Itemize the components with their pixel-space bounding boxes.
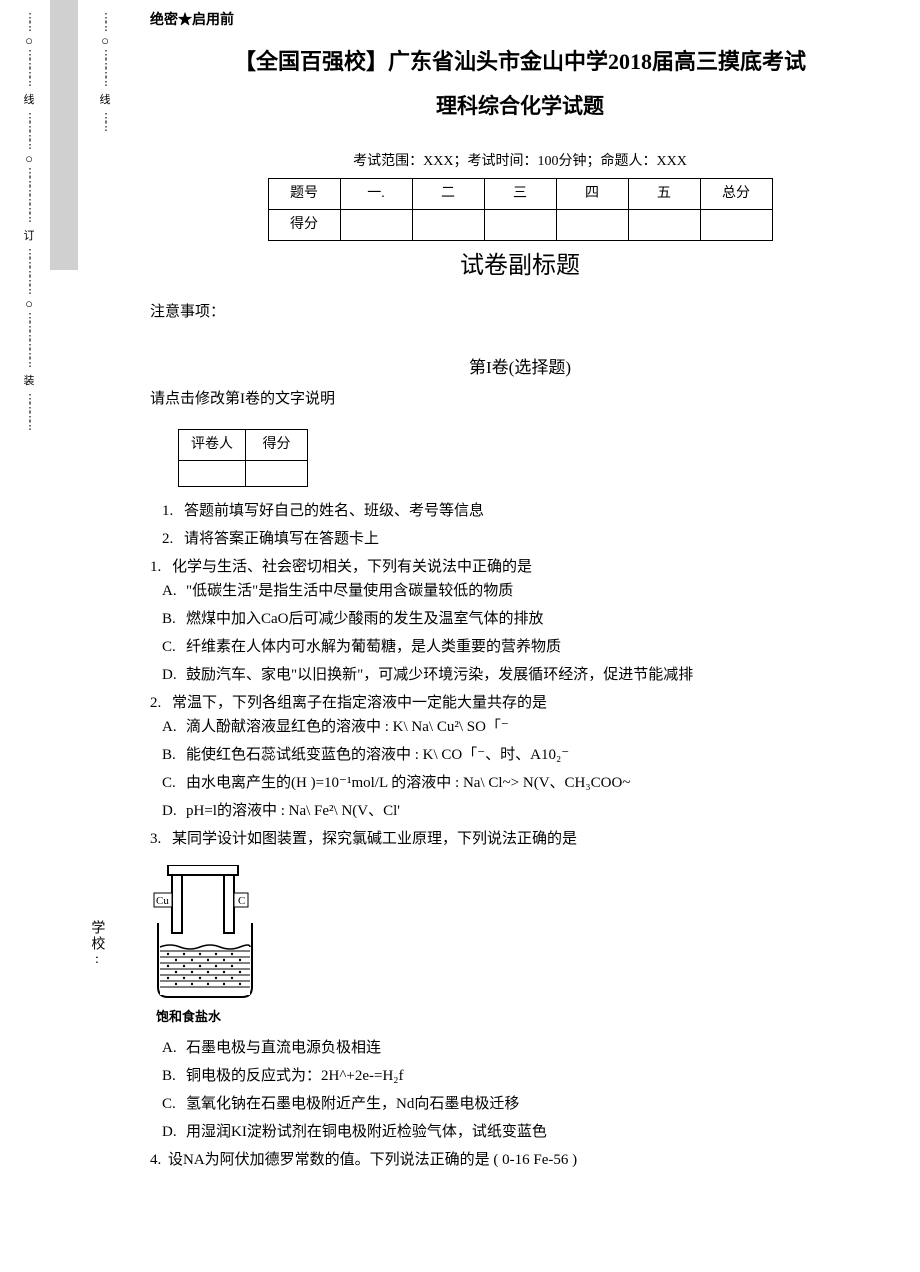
reviewer-cell: [246, 461, 308, 487]
table-row: 评卷人 得分: [179, 429, 308, 460]
electrolysis-icon: Cu C: [150, 865, 270, 1005]
option-label: A.: [162, 715, 186, 739]
reviewer-table: 评卷人 得分: [178, 429, 308, 487]
question: 4.设NA为阿伏加德罗常数的值。下列说法正确的是 ( 0-16 Fe-56 ): [150, 1148, 890, 1172]
option-text: 铜电极的反应式为：2H^+2e-=H₂f: [186, 1068, 404, 1084]
score-cell: [700, 209, 772, 240]
score-cell: [340, 209, 412, 240]
option-label: D.: [162, 1120, 186, 1144]
option-label: A.: [162, 579, 186, 603]
score-header: 五: [628, 178, 700, 209]
instruction-list: 1.答题前填写好自己的姓名、班级、考号等信息 2.请将答案正确填写在答题卡上: [150, 499, 890, 551]
list-item: 1.答题前填写好自己的姓名、班级、考号等信息: [162, 499, 890, 523]
question-number: 4.: [150, 1148, 168, 1172]
question: 3.某同学设计如图装置，探究氯碱工业原理，下列说法正确的是 Cu C: [150, 827, 890, 1144]
confidential-label: 绝密★启用前: [150, 10, 890, 32]
section1-note: 请点击修改第I卷的文字说明: [150, 387, 890, 411]
electrolysis-figure: Cu C: [150, 865, 890, 1028]
question-stem: 化学与生活、社会密切相关，下列有关说法中正确的是: [172, 559, 532, 575]
table-row: 得分: [268, 209, 772, 240]
score-table: 题号 一. 二 三 四 五 总分 得分: [268, 178, 773, 242]
option-label: B.: [162, 607, 186, 631]
score-header: 三: [484, 178, 556, 209]
score-header: 总分: [700, 178, 772, 209]
option-text: 燃煤中加入CaO后可减少酸雨的发生及温室气体的排放: [186, 611, 544, 627]
figure-caption: 饱和食盐水: [156, 1007, 890, 1028]
question-stem: 常温下，下列各组离子在指定溶液中一定能大量共存的是: [172, 695, 547, 711]
score-header: 题号: [268, 178, 340, 209]
option-text: 氢氧化钠在石墨电极附近产生，Nd向石墨电极迁移: [186, 1096, 519, 1112]
exam-title-line1: 【全国百强校】广东省汕头市金山中学2018届高三摸底考试: [150, 44, 890, 79]
score-cell: [556, 209, 628, 240]
options: A.石墨电极与直流电源负极相连 B.铜电极的反应式为：2H^+2e-=H₂f C…: [150, 1036, 890, 1144]
option-text: 石墨电极与直流电源负极相连: [186, 1040, 381, 1056]
table-row: [179, 461, 308, 487]
exam-info: 考试范围：XXX；考试时间：100分钟；命题人：XXX: [150, 151, 890, 173]
score-cell: [628, 209, 700, 240]
score-header: 四: [556, 178, 628, 209]
option-label: A.: [162, 1036, 186, 1060]
question-number: 3.: [150, 827, 172, 851]
option-label: D.: [162, 799, 186, 823]
question-stem: 设NA为阿伏加德罗常数的值。下列说法正确的是 ( 0-16 Fe-56 ): [168, 1152, 577, 1168]
score-row-label: 得分: [268, 209, 340, 240]
option-text: 用湿润KI淀粉试剂在铜电极附近检验气体，试纸变蓝色: [186, 1124, 547, 1140]
reviewer-header: 评卷人: [179, 429, 246, 460]
section1-title: 第I卷(选择题): [150, 354, 890, 381]
option-label: C.: [162, 1092, 186, 1116]
option-text: "低碳生活"是指生活中尽量使用含碳量较低的物质: [186, 583, 513, 599]
table-row: 题号 一. 二 三 四 五 总分: [268, 178, 772, 209]
c-label: C: [238, 895, 245, 907]
score-header: 二: [412, 178, 484, 209]
option-text: 滴人酚献溶液显红色的溶液中 : K\ Na\ Cu²\ SO「⁻: [186, 719, 509, 735]
option-text: 纤维素在人体内可水解为葡萄糖，是人类重要的营养物质: [186, 639, 561, 655]
score-cell: [484, 209, 556, 240]
question: 1.化学与生活、社会密切相关，下列有关说法中正确的是 A."低碳生活"是指生活中…: [150, 555, 890, 687]
options: A."低碳生活"是指生活中尽量使用含碳量较低的物质 B.燃煤中加入CaO后可减少…: [150, 579, 890, 687]
reviewer-header: 得分: [246, 429, 308, 460]
score-cell: [412, 209, 484, 240]
question-number: 2.: [150, 691, 172, 715]
exam-title-line2: 理科综合化学试题: [150, 90, 890, 124]
option-label: B.: [162, 1064, 186, 1088]
notice-label: 注意事项：: [150, 300, 890, 324]
instruction-text: 请将答案正确填写在答题卡上: [184, 531, 379, 547]
options: A.滴人酚献溶液显红色的溶液中 : K\ Na\ Cu²\ SO「⁻ B.能使红…: [150, 715, 890, 823]
option-label: D.: [162, 663, 186, 687]
option-label: B.: [162, 743, 186, 767]
option-text: 能使红色石蕊试纸变蓝色的溶液中 : K\ CO「⁻、时、A10₂⁻: [186, 747, 569, 763]
score-header: 一.: [340, 178, 412, 209]
option-text: 由水电离产生的(H )=10⁻¹mol/L 的溶液中 : Na\ Cl~> N(…: [186, 775, 630, 791]
list-item: 2.请将答案正确填写在答题卡上: [162, 527, 890, 551]
instruction-text: 答题前填写好自己的姓名、班级、考号等信息: [184, 503, 484, 519]
option-text: 鼓励汽车、家电"以旧换新"，可减少环境污染，发展循环经济，促进节能减排: [186, 667, 693, 683]
option-label: C.: [162, 635, 186, 659]
reviewer-cell: [179, 461, 246, 487]
question: 2.常温下，下列各组离子在指定溶液中一定能大量共存的是 A.滴人酚献溶液显红色的…: [150, 691, 890, 823]
cu-label: Cu: [156, 895, 169, 907]
paper-subtitle: 试卷副标题: [150, 247, 890, 285]
option-label: C.: [162, 771, 186, 795]
question-number: 1.: [150, 555, 172, 579]
question-stem: 某同学设计如图装置，探究氯碱工业原理，下列说法正确的是: [172, 831, 577, 847]
option-text: pH=l的溶液中 : Na\ Fe²\ N(V、Cl': [186, 803, 400, 819]
